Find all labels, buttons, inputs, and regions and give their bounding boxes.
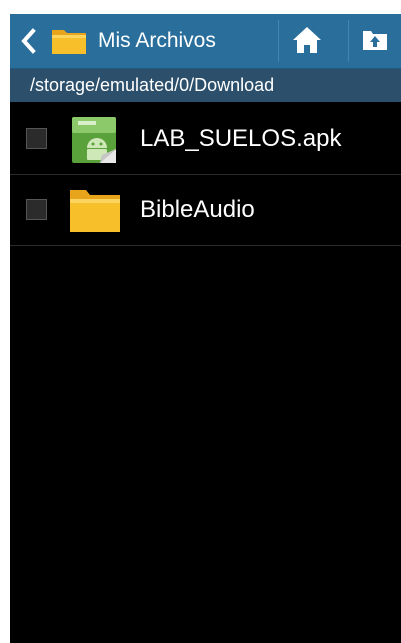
file-name: BibleAudio xyxy=(140,196,255,223)
up-folder-button[interactable] xyxy=(348,14,401,68)
file-row[interactable]: BibleAudio xyxy=(10,175,401,246)
current-path: /storage/emulated/0/Download xyxy=(30,75,275,95)
chevron-left-icon[interactable] xyxy=(18,27,40,55)
folder-icon xyxy=(70,186,120,236)
file-row[interactable]: LAB_SUELOS.apk xyxy=(10,104,401,175)
select-checkbox[interactable] xyxy=(26,199,47,220)
home-button[interactable] xyxy=(278,14,336,68)
android-apk-icon xyxy=(70,115,120,165)
file-name: LAB_SUELOS.apk xyxy=(140,125,342,152)
file-manager-screen: Mis Archivos /storage/emulated/0/Downloa… xyxy=(10,14,401,643)
home-icon xyxy=(293,27,321,53)
folder-icon xyxy=(50,24,88,56)
app-title: Mis Archivos xyxy=(98,29,216,52)
folder-up-icon xyxy=(363,31,387,50)
select-checkbox[interactable] xyxy=(26,128,47,149)
path-bar: /storage/emulated/0/Download xyxy=(10,69,401,102)
action-bar: Mis Archivos xyxy=(10,14,401,69)
